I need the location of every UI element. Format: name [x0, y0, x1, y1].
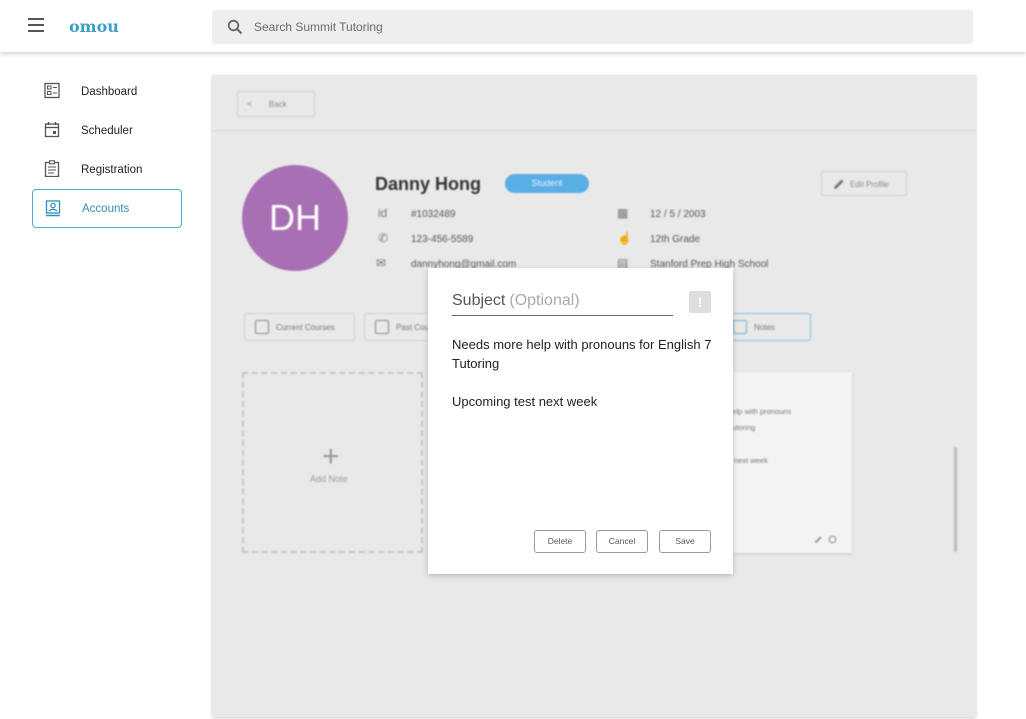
chevron-left-icon: <: [247, 99, 253, 109]
phone-number: 123-456-5589: [411, 234, 474, 245]
birthday: 12 / 5 / 2003: [650, 209, 706, 220]
note-icon: [733, 320, 747, 334]
pencil-icon: [834, 179, 844, 189]
note-card[interactable]: e help with pronouns 7 Tutoring est next…: [722, 372, 852, 553]
subject-placeholder: Subject: [452, 292, 506, 309]
sidebar-item-dashboard[interactable]: Dashboard: [32, 72, 182, 111]
sidebar-item-label: Accounts: [82, 202, 130, 215]
search-bar[interactable]: [212, 10, 973, 44]
subject-field[interactable]: Subject (Optional): [452, 292, 673, 316]
note-body-line[interactable]: Needs more help with pronouns for Englis…: [452, 335, 711, 354]
tab-notes[interactable]: Notes: [722, 313, 811, 341]
cancel-button[interactable]: Cancel: [596, 530, 648, 553]
divider: [212, 130, 976, 131]
back-button[interactable]: < Back: [237, 91, 315, 117]
sidebar-item-label: Dashboard: [81, 85, 138, 98]
clipboard-icon: [44, 160, 60, 177]
important-toggle-button[interactable]: !: [689, 291, 711, 313]
note-body-line[interactable]: Tutoring: [452, 354, 499, 373]
clipboard-history-icon: [375, 320, 389, 334]
grade: 12th Grade: [650, 234, 701, 245]
edit-profile-button[interactable]: Edit Profile: [821, 171, 907, 196]
plus-icon: +: [322, 440, 340, 473]
grade-icon: ☝: [617, 231, 632, 245]
top-app-bar: omou: [0, 0, 1026, 52]
delete-note-icon[interactable]: [828, 535, 837, 544]
id-icon: id: [378, 206, 388, 220]
add-note-card[interactable]: + Add Note: [242, 372, 423, 553]
scrollbar[interactable]: [954, 447, 957, 552]
search-icon: [227, 19, 243, 35]
subject-optional-hint: (Optional): [509, 292, 580, 309]
note-editor-modal: Subject (Optional) ! Needs more help with…: [428, 268, 733, 574]
sidebar-item-accounts[interactable]: Accounts: [32, 189, 182, 228]
phone-icon: ✆: [378, 231, 389, 245]
note-body-line[interactable]: Upcoming test next week: [452, 392, 597, 411]
email-icon: ✉: [376, 256, 387, 270]
dashboard-icon: [44, 82, 60, 99]
tab-current-courses[interactable]: Current Courses: [244, 313, 355, 341]
sidebar-item-registration[interactable]: Registration: [32, 150, 182, 189]
student-id: #1032489: [411, 209, 456, 220]
sidebar-item-scheduler[interactable]: Scheduler: [32, 111, 182, 150]
account-icon: [45, 200, 61, 217]
delete-button[interactable]: Delete: [534, 530, 586, 553]
clipboard-icon: [255, 320, 269, 334]
save-button[interactable]: Save: [659, 530, 711, 553]
sidebar-nav: Dashboard Scheduler Registration Account…: [32, 72, 182, 228]
edit-note-icon[interactable]: [814, 535, 823, 544]
sidebar-item-label: Registration: [81, 163, 143, 176]
birthday-icon: ▦: [617, 206, 629, 220]
avatar: DH: [242, 165, 348, 271]
sidebar-item-label: Scheduler: [81, 124, 133, 137]
app-logo[interactable]: omou: [69, 17, 119, 36]
calendar-icon: [44, 122, 60, 138]
profile-name: Danny Hong: [375, 174, 481, 194]
search-input[interactable]: [254, 17, 954, 37]
role-badge: Student: [505, 174, 589, 193]
hamburger-menu-icon[interactable]: [28, 18, 44, 32]
